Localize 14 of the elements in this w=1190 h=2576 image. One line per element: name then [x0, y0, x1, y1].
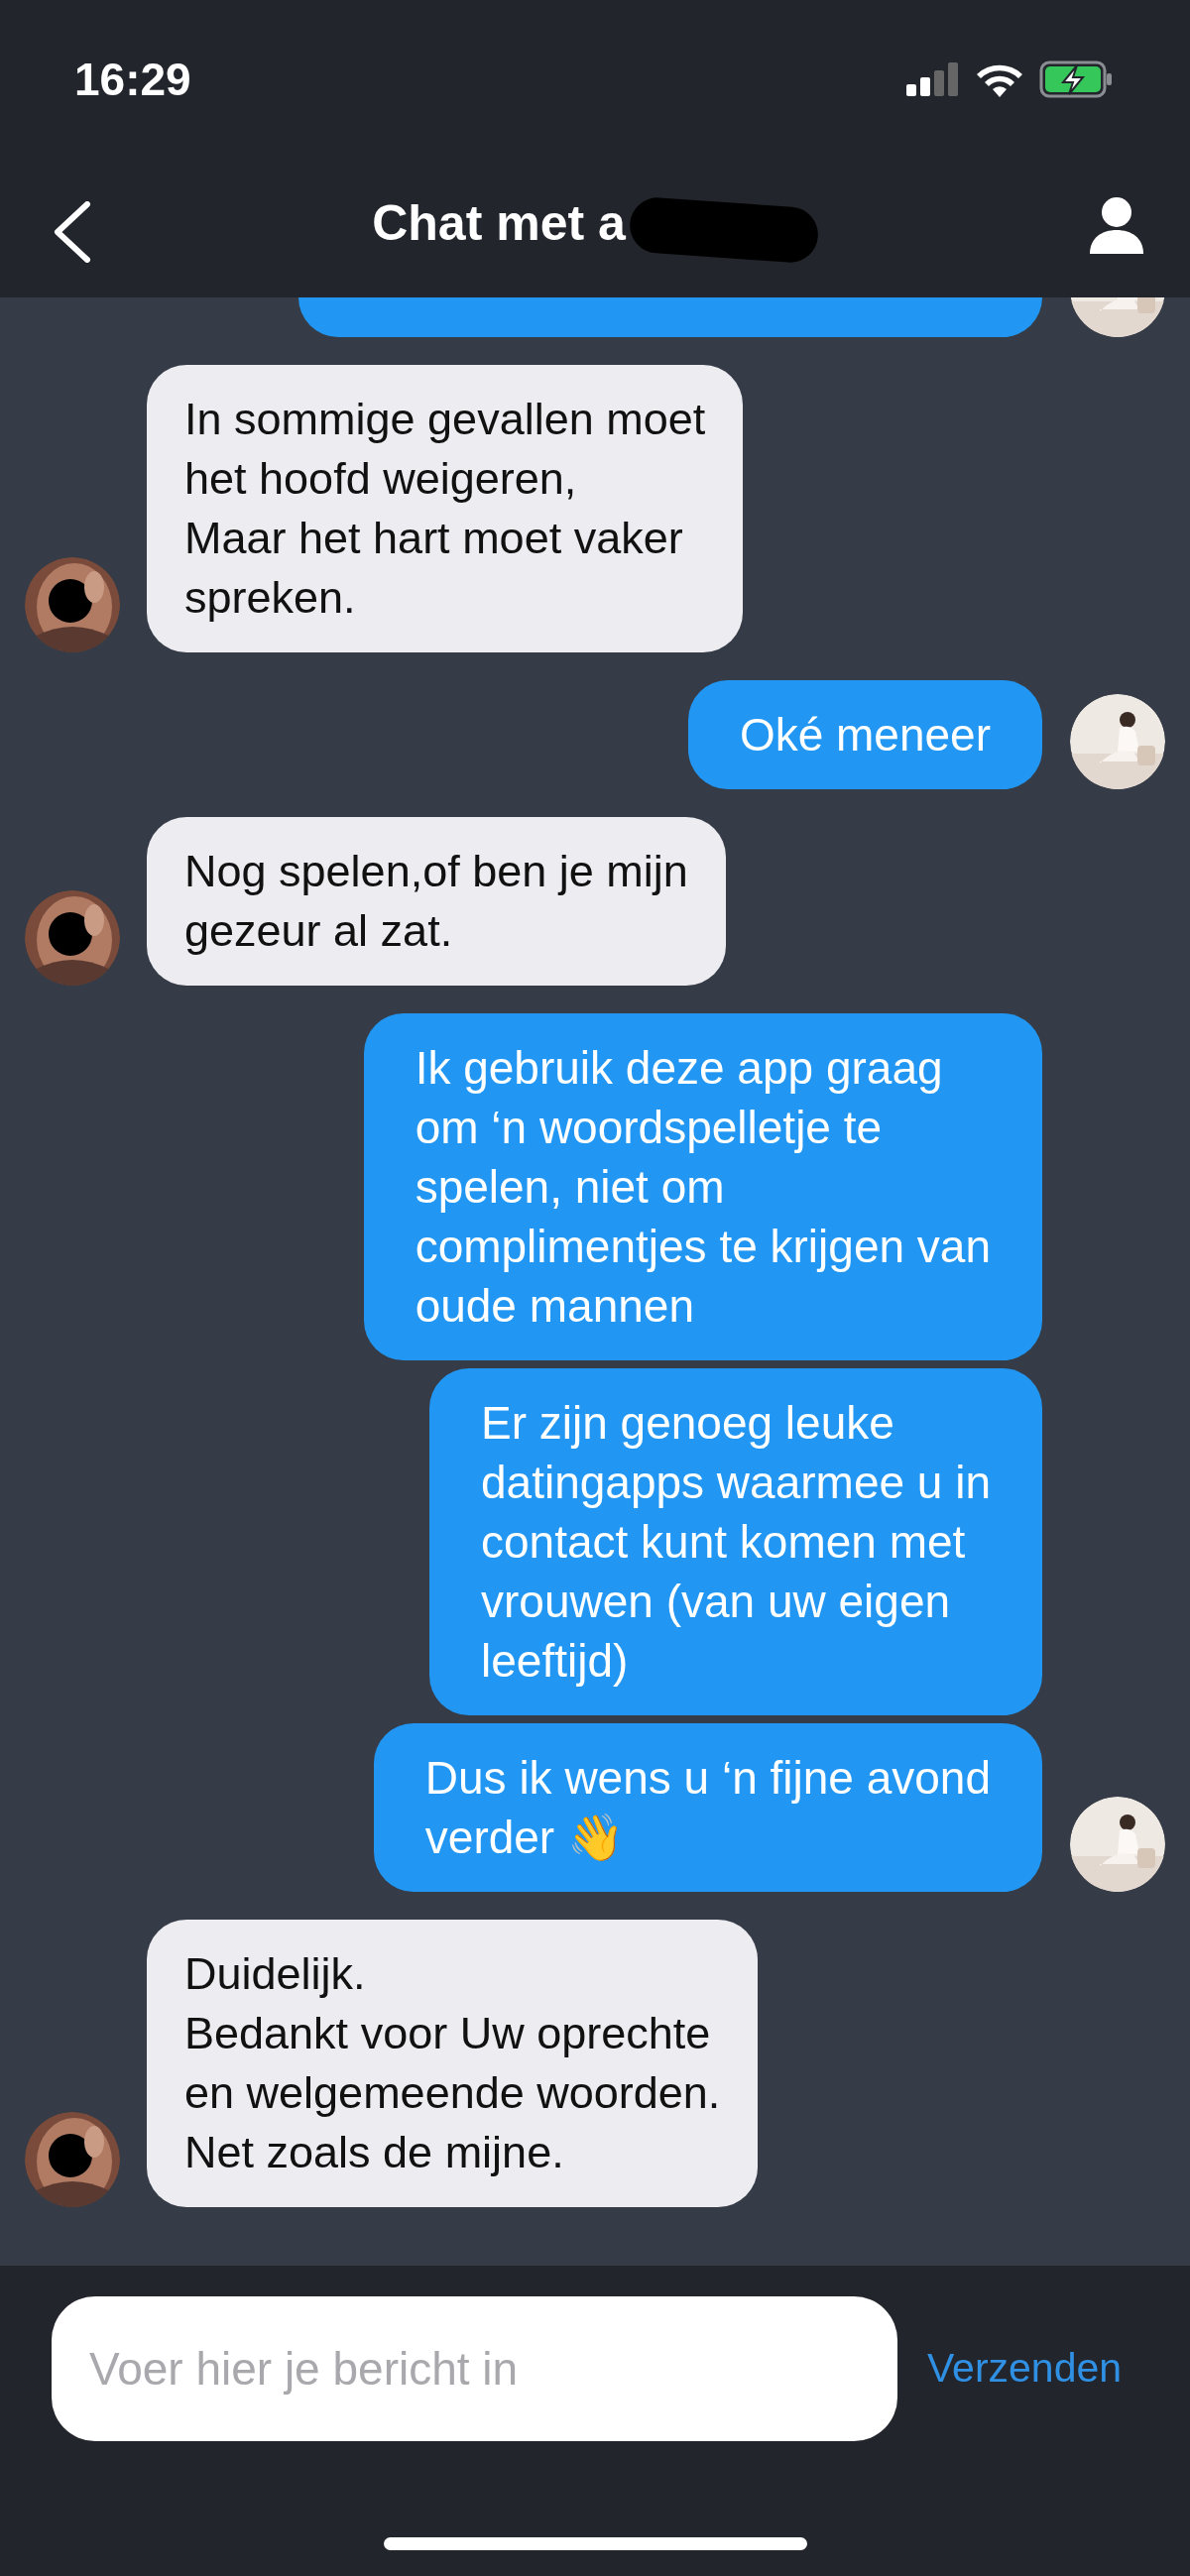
- message-bubble: Er zijn genoeg leuke datingapps waarmee u in contact kunt komen met vrouwen (van uw eigen leeftijd): [429, 1368, 1042, 1715]
- message-bubble: Duidelijk. Bedankt voor Uw oprechte en welgemeende woorden. Net zoals de mijne.: [147, 1920, 759, 2207]
- message-bubble: Ik gebruik deze app graag om ‘n woordspelletje te spelen, niet om complimentjes te krijgen van oude mannen: [363, 1013, 1042, 1360]
- message-input[interactable]: Voer hier je bericht in: [52, 2296, 897, 2441]
- status-time: 16:29: [74, 52, 191, 107]
- profile-icon[interactable]: [1088, 196, 1145, 254]
- back-icon[interactable]: [52, 201, 91, 263]
- chat-title: Chat met a: [372, 193, 626, 253]
- message-bubble: Oké meneer: [687, 680, 1042, 789]
- send-button[interactable]: Verzenden: [927, 2338, 1123, 2400]
- message-bubble: Nog spelen,of ben je mijn gezeur al zat.: [147, 817, 726, 986]
- signal-icon: [906, 62, 960, 96]
- message-bubble: In sommige gevallen moet het hoofd weigeren, Maar het hart moet vaker spreken.: [147, 365, 744, 652]
- message-bubble: Dus ik wens u ‘n fijne avond verder 👋: [373, 1723, 1042, 1892]
